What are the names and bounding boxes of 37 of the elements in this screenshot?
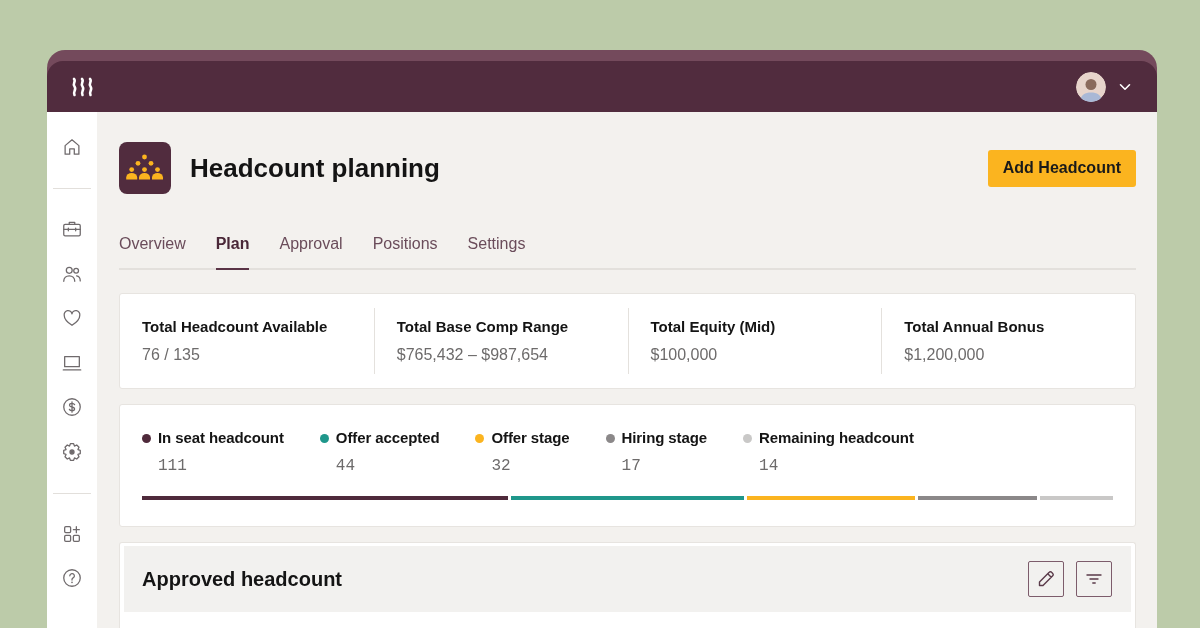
legend-count: 44 (335, 456, 356, 476)
dollar-icon[interactable] (61, 396, 83, 418)
add-headcount-button[interactable]: Add Headcount (987, 149, 1136, 187)
home-icon[interactable] (61, 136, 83, 158)
pencil-icon (1036, 569, 1056, 589)
legend-count: 17 (621, 456, 641, 476)
legend-label: Remaining headcount (759, 428, 914, 448)
chevron-down-icon[interactable] (1119, 82, 1131, 91)
filter-button[interactable] (1076, 561, 1112, 597)
stat-label: Total Base Comp Range (396, 317, 569, 337)
tab[interactable]: Overview (119, 222, 186, 270)
help-icon[interactable] (61, 567, 83, 589)
heart-icon[interactable] (61, 307, 83, 329)
avatar-icon[interactable] (1076, 71, 1106, 102)
stat-label: Total Headcount Available (142, 317, 328, 337)
edit-button[interactable] (1028, 561, 1064, 597)
stat-value: 76 / 135 (142, 345, 200, 365)
settings-icon[interactable] (61, 440, 83, 463)
stat-value: $100,000 (650, 345, 718, 365)
legend-count: 111 (158, 456, 187, 476)
stat-label: Total Equity (Mid) (650, 317, 776, 337)
tab[interactable]: Settings (467, 222, 526, 270)
stat-value: $765,432 – $987,654 (396, 345, 548, 365)
tab[interactable]: Approval (279, 222, 343, 270)
legend-label: Hiring stage (621, 428, 708, 448)
people-group-icon (119, 142, 171, 194)
legend-label: Offer accepted (335, 428, 440, 448)
legend-count: 32 (491, 456, 511, 476)
stat-value: $1,200,000 (904, 345, 985, 365)
tab[interactable]: Positions (372, 222, 438, 270)
section-title: Approved headcount (142, 567, 342, 591)
legend-label: In seat headcount (158, 428, 284, 448)
stat-label: Total Annual Bonus (904, 317, 1045, 337)
tab[interactable]: Plan (215, 222, 250, 270)
legend-count: 14 (759, 456, 779, 476)
page-title: Headcount planning (190, 152, 440, 184)
legend-label: Offer stage (491, 428, 570, 448)
